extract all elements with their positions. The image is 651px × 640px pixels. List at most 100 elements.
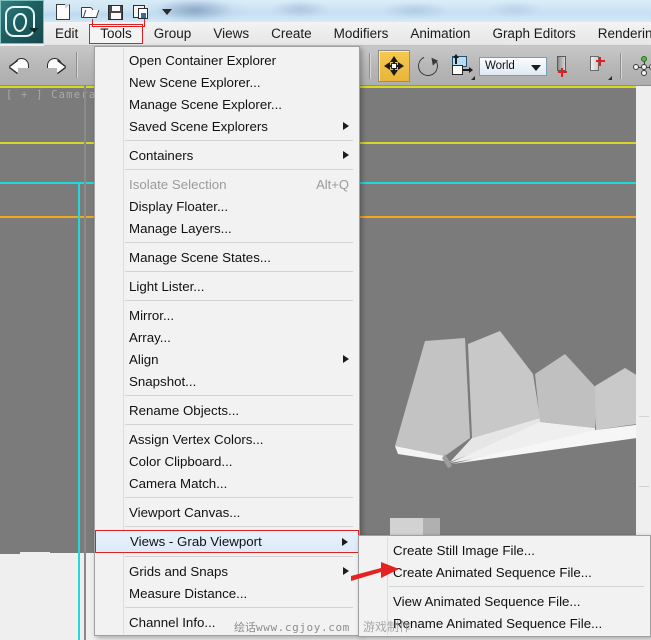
toolbar-separator-1 <box>76 52 78 78</box>
menu-item-views-grab-viewport[interactable]: Views - Grab Viewport <box>95 530 359 553</box>
open-folder-icon <box>80 6 98 19</box>
menu-rendering[interactable]: Rendering <box>587 24 651 44</box>
menu-item-label: Open Container Explorer <box>129 52 277 68</box>
menu-item-manage-scene-states[interactable]: Manage Scene States... <box>95 246 359 268</box>
submenu-item-label: Create Animated Sequence File... <box>393 564 592 580</box>
menu-item-color-clipboard[interactable]: Color Clipboard... <box>95 450 359 472</box>
submenu-item-label: Create Still Image File... <box>393 542 535 558</box>
menu-item-label: Containers <box>129 147 194 163</box>
redo-button[interactable] <box>39 50 69 80</box>
menu-item-label: Manage Scene Explorer... <box>129 96 283 112</box>
selection-center-icon <box>589 56 607 76</box>
menu-separator <box>125 556 353 557</box>
new-file-button[interactable] <box>50 1 76 23</box>
reference-coord-button[interactable] <box>446 51 476 81</box>
viewport-left-divider <box>84 86 86 567</box>
toolbar-separator-3 <box>620 53 622 79</box>
menu-item-array[interactable]: Array... <box>95 326 359 348</box>
menu-item-measure-distance[interactable]: Measure Distance... <box>95 582 359 604</box>
submenu-item-view-animated-sequence-file[interactable]: View Animated Sequence File... <box>359 590 650 612</box>
select-and-move-button[interactable] <box>378 50 410 82</box>
menu-item-label: Grids and Snaps <box>129 563 229 579</box>
menu-item-label: Mirror... <box>129 307 175 323</box>
submenu-arrow-icon <box>343 355 349 363</box>
menu-item-label: Measure Distance... <box>129 585 248 601</box>
new-file-icon <box>56 4 70 20</box>
submenu-item-create-animated-sequence-file[interactable]: Create Animated Sequence File... <box>359 561 650 583</box>
menu-views[interactable]: Views <box>202 24 260 44</box>
menu-separator <box>125 300 353 301</box>
menu-item-mirror[interactable]: Mirror... <box>95 304 359 326</box>
move-gizmo-icon <box>384 56 404 76</box>
max-application-window: [ + ] Camera001 Edit Tools Group Views C… <box>0 0 651 640</box>
menu-group[interactable]: Group <box>143 24 203 44</box>
menu-item-label: Color Clipboard... <box>129 453 233 469</box>
menu-item-open-container-explorer[interactable]: Open Container Explorer <box>95 49 359 71</box>
title-bar-blurred-text <box>150 0 651 24</box>
menu-item-label: Channel Info... <box>129 614 216 630</box>
menu-item-label: Saved Scene Explorers <box>129 118 268 134</box>
menu-graph-editors[interactable]: Graph Editors <box>481 24 586 44</box>
menu-item-isolate-selection: Isolate Selection Alt+Q <box>95 173 359 195</box>
guide-line-cyan-vertical-lower <box>78 481 80 640</box>
submenu-item-create-still-image-file[interactable]: Create Still Image File... <box>359 539 650 561</box>
menu-separator <box>125 497 353 498</box>
annotation-box-save <box>92 19 145 27</box>
menu-item-rename-objects[interactable]: Rename Objects... <box>95 399 359 421</box>
submenu-arrow-icon <box>343 122 349 130</box>
menu-separator <box>125 169 353 170</box>
menu-separator <box>125 526 353 527</box>
select-and-link-button[interactable] <box>629 51 651 81</box>
menu-item-align[interactable]: Align <box>95 348 359 370</box>
annotation-arrow-icon <box>351 562 399 581</box>
menu-item-assign-vertex-colors[interactable]: Assign Vertex Colors... <box>95 428 359 450</box>
panel-divider-2 <box>639 486 649 487</box>
menu-animation[interactable]: Animation <box>399 24 481 44</box>
submenu-item-label: View Animated Sequence File... <box>393 593 581 609</box>
submenu-item-label: Rename Animated Sequence File... <box>393 615 603 631</box>
coord-system-dropdown[interactable]: World <box>479 56 547 76</box>
menu-separator <box>125 242 353 243</box>
application-menu-button[interactable] <box>0 0 44 44</box>
menu-item-manage-scene-explorer[interactable]: Manage Scene Explorer... <box>95 93 359 115</box>
menu-item-label: Views - Grab Viewport <box>130 534 262 549</box>
chevron-down-icon <box>531 64 541 71</box>
floppy-save-icon <box>107 4 123 20</box>
use-pivot-point-center-button[interactable] <box>550 51 580 81</box>
watermark-secondary: 游戏制作 <box>363 620 412 634</box>
menu-item-display-floater[interactable]: Display Floater... <box>95 195 359 217</box>
menu-edit[interactable]: Edit <box>44 24 89 44</box>
tools-dropdown-menu: Open Container Explorer New Scene Explor… <box>94 46 360 636</box>
menu-item-light-lister[interactable]: Light Lister... <box>95 275 359 297</box>
pivot-center-icon <box>556 56 574 77</box>
qat-overflow-button[interactable] <box>154 1 180 23</box>
watermark-prefix: 绘话 <box>234 621 256 634</box>
select-and-rotate-button[interactable] <box>413 51 443 81</box>
menu-item-grids-and-snaps[interactable]: Grids and Snaps <box>95 560 359 582</box>
lower-panel-divider <box>84 567 86 640</box>
caret-down-icon <box>29 28 39 33</box>
link-nodes-icon <box>633 56 651 76</box>
viewport-bottom-notch-right <box>20 552 50 555</box>
menu-separator <box>125 140 353 141</box>
menu-item-saved-scene-explorers[interactable]: Saved Scene Explorers <box>95 115 359 137</box>
menu-item-label: Manage Layers... <box>129 220 232 236</box>
toolbar-separator-2 <box>369 53 371 79</box>
undo-button[interactable] <box>6 50 36 80</box>
menu-item-label: Camera Match... <box>129 475 228 491</box>
menu-item-label: Array... <box>129 329 171 345</box>
menu-item-new-scene-explorer[interactable]: New Scene Explorer... <box>95 71 359 93</box>
use-selection-center-button[interactable] <box>583 51 613 81</box>
menu-item-containers[interactable]: Containers <box>95 144 359 166</box>
menu-item-snapshot[interactable]: Snapshot... <box>95 370 359 392</box>
menu-item-viewport-canvas[interactable]: Viewport Canvas... <box>95 501 359 523</box>
menu-item-label: Rename Objects... <box>129 402 240 418</box>
panel-divider-1 <box>639 416 649 417</box>
menu-item-camera-match[interactable]: Camera Match... <box>95 472 359 494</box>
menu-create[interactable]: Create <box>260 24 323 44</box>
chevron-down-icon <box>162 9 172 15</box>
menu-item-label: Light Lister... <box>129 278 205 294</box>
menu-separator <box>125 424 353 425</box>
menu-item-manage-layers[interactable]: Manage Layers... <box>95 217 359 239</box>
menu-modifiers[interactable]: Modifiers <box>323 24 400 44</box>
